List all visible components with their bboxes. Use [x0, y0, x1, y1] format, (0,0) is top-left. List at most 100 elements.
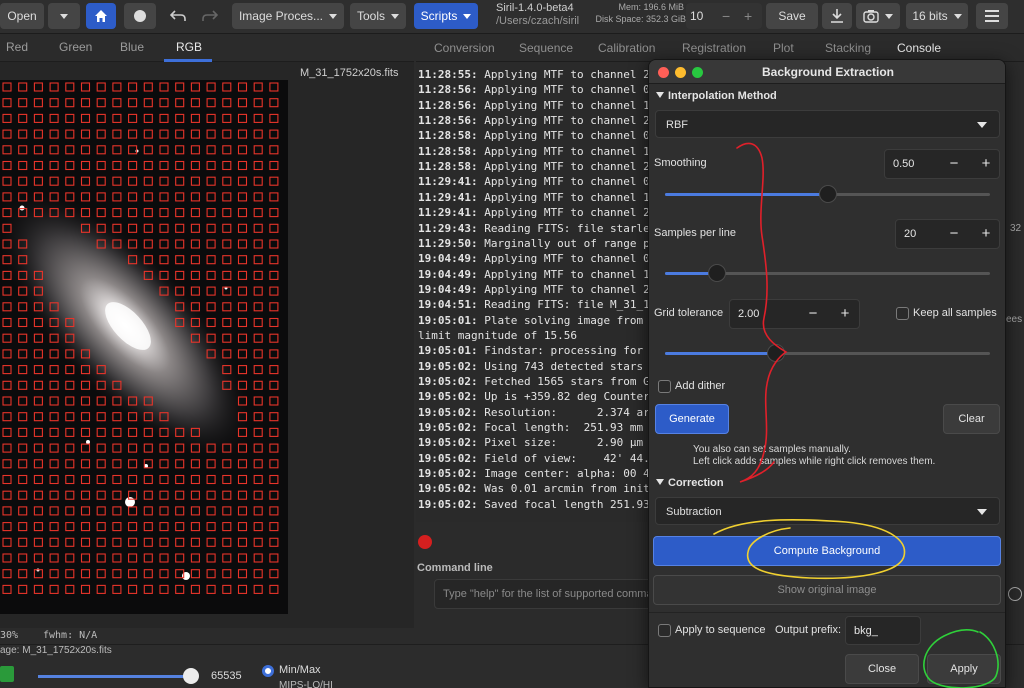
globe-icon[interactable]	[1008, 587, 1022, 601]
sample-box	[159, 223, 169, 233]
sample-box	[190, 522, 200, 532]
slider-knob[interactable]	[766, 344, 785, 362]
sample-box	[206, 553, 216, 563]
apply-to-sequence-checkbox[interactable]	[658, 624, 671, 637]
sample-box	[190, 537, 200, 547]
sample-box	[237, 286, 248, 296]
bit-depth-menu[interactable]: 16 bits	[906, 3, 968, 29]
console-log[interactable]: 11:28:55: Applying MTF to channel 2 11:28…	[416, 62, 652, 522]
tab-green[interactable]: Green	[59, 40, 92, 54]
smoothing-slider[interactable]	[665, 185, 990, 203]
plus-icon[interactable]: +	[977, 155, 995, 173]
save-button[interactable]: Save	[766, 3, 818, 29]
minmax-radio[interactable]	[262, 665, 274, 677]
stop-icon[interactable]	[418, 535, 432, 549]
samples-spinner[interactable]: 20 − +	[895, 219, 1000, 249]
clear-button[interactable]: Clear	[943, 404, 1000, 434]
tab-red[interactable]: Red	[6, 40, 28, 54]
tab-registration[interactable]: Registration	[682, 41, 746, 55]
correction-section-header[interactable]: Correction	[656, 477, 724, 489]
download-button[interactable]	[822, 3, 852, 29]
apply-button[interactable]: Apply	[927, 654, 1001, 684]
sample-box	[190, 223, 200, 233]
tab-rgb[interactable]: RGB	[176, 40, 202, 54]
sample-box	[33, 82, 43, 92]
sample-box	[253, 129, 263, 139]
display-mode-icon[interactable]	[0, 666, 14, 682]
sample-box	[159, 490, 169, 500]
minus-icon[interactable]: −	[945, 225, 963, 243]
sample-box	[2, 365, 12, 375]
redo-button[interactable]	[196, 3, 224, 29]
interpolation-select[interactable]: RBF	[655, 110, 1000, 138]
max-level-slider[interactable]	[38, 675, 188, 678]
scripts-menu[interactable]: Scripts	[414, 3, 478, 29]
tab-conversion[interactable]: Conversion	[434, 41, 495, 55]
sample-box	[206, 255, 216, 265]
console-message: Fetched 1565 stars from Ga	[477, 375, 652, 388]
slider-knob[interactable]	[708, 264, 726, 282]
sample-box	[269, 82, 279, 92]
sample-box	[96, 537, 106, 547]
sample-box	[159, 553, 169, 563]
minus-icon[interactable]: −	[722, 8, 730, 24]
keep-all-samples-checkbox[interactable]	[896, 307, 909, 320]
add-dither-checkbox[interactable]	[658, 380, 671, 393]
snapshot-button[interactable]	[856, 3, 900, 29]
astro-image[interactable]	[0, 80, 288, 614]
compute-background-button[interactable]: Compute Background	[653, 536, 1001, 566]
samples-slider[interactable]	[665, 264, 990, 282]
record-button[interactable]	[124, 3, 156, 29]
close-button[interactable]: Close	[845, 654, 919, 684]
tab-blue[interactable]: Blue	[120, 40, 144, 54]
plus-icon[interactable]: +	[977, 225, 995, 243]
main-toolbar: Open Image Proces... Tools Scripts Siril…	[0, 0, 1024, 34]
smoothing-spinner[interactable]: 0.50 − +	[884, 149, 1000, 179]
show-original-button[interactable]: Show original image	[653, 575, 1001, 605]
tab-sequence[interactable]: Sequence	[519, 41, 573, 55]
sample-box	[33, 506, 43, 516]
sample-box	[112, 427, 122, 437]
correction-select[interactable]: Subtraction	[655, 497, 1000, 525]
command-input[interactable]: Type "help" for the list of supported co…	[434, 579, 664, 609]
generate-button[interactable]: Generate	[655, 404, 729, 434]
home-button[interactable]	[86, 3, 116, 29]
grid-tolerance-label: Grid tolerance	[654, 307, 724, 319]
sample-box	[2, 427, 12, 437]
interpolation-section-header[interactable]: Interpolation Method	[656, 90, 777, 102]
dialog-titlebar[interactable]: Background Extraction	[649, 60, 1005, 84]
slider-knob[interactable]	[818, 185, 837, 203]
sample-box	[143, 443, 153, 453]
output-prefix-input[interactable]: bkg_	[845, 616, 921, 645]
sample-box	[237, 208, 248, 218]
minus-icon[interactable]: −	[945, 155, 963, 173]
tab-console[interactable]: Console	[897, 41, 941, 55]
tolerance-slider[interactable]	[665, 344, 990, 362]
main-menu-button[interactable]	[976, 3, 1008, 29]
console-message: Findstar: processing for c	[477, 344, 652, 358]
sample-box	[253, 270, 263, 280]
open-button[interactable]: Open	[0, 3, 44, 29]
tab-calibration[interactable]: Calibration	[598, 41, 655, 55]
sample-box	[253, 113, 263, 123]
plus-icon[interactable]: +	[744, 8, 752, 24]
sample-box	[159, 537, 169, 547]
show-original-label: Show original image	[777, 584, 877, 596]
tab-stacking[interactable]: Stacking	[825, 41, 871, 55]
undo-button[interactable]	[162, 3, 194, 29]
minus-icon[interactable]: −	[804, 305, 822, 323]
sample-box	[237, 239, 248, 249]
sample-box	[2, 98, 12, 108]
sample-box	[2, 584, 12, 594]
max-level-knob[interactable]	[183, 668, 199, 684]
thread-spinner[interactable]: 10 − +	[686, 3, 762, 29]
sample-box	[33, 98, 43, 108]
plus-icon[interactable]: +	[836, 305, 854, 323]
tab-plot[interactable]: Plot	[773, 41, 794, 55]
sample-box	[269, 396, 279, 406]
console-message: Applying MTF to channel 1	[477, 98, 650, 112]
tolerance-spinner[interactable]: 2.00 − +	[729, 299, 860, 329]
image-processing-menu[interactable]: Image Proces...	[232, 3, 344, 29]
tools-menu[interactable]: Tools	[350, 3, 406, 29]
open-dropdown-button[interactable]	[48, 3, 80, 29]
